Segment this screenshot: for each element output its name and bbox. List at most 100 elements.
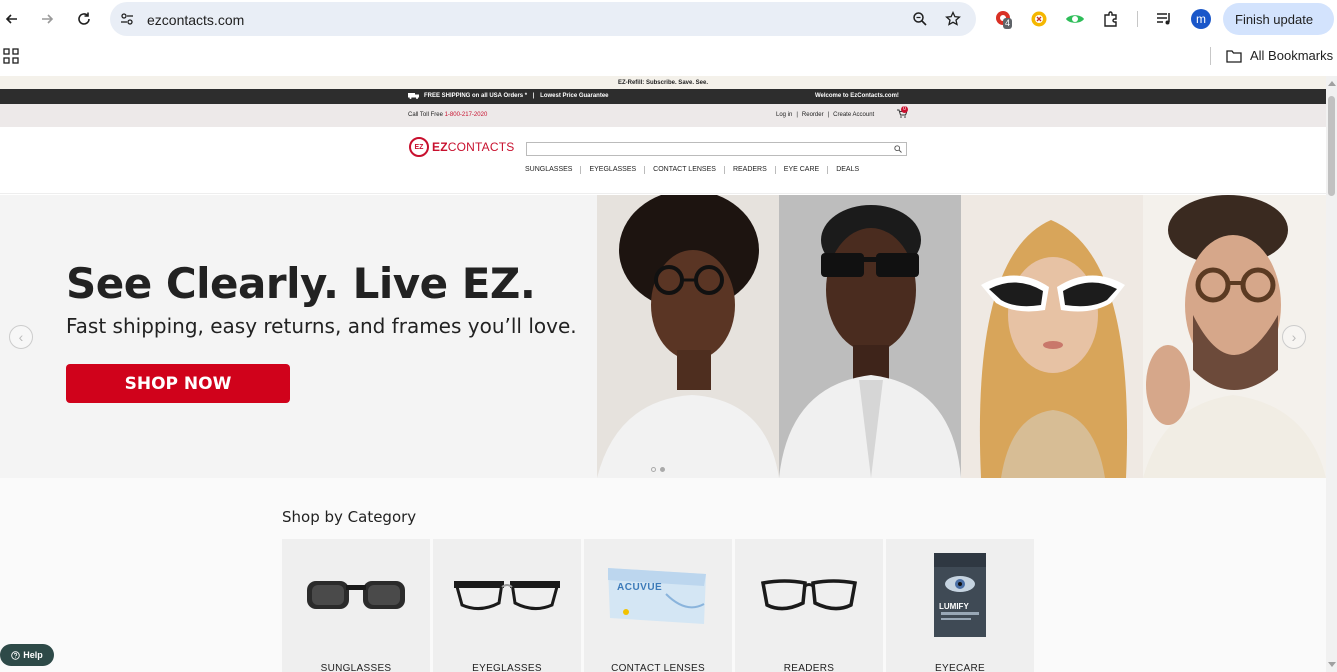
- account-links: Log in | Reorder | Create Account: [776, 112, 874, 118]
- call-toll-free: Call Toll Free 1-800-217-2020: [408, 112, 487, 118]
- readers-image: [735, 547, 883, 643]
- nav-contact-lenses[interactable]: CONTACT LENSES: [644, 166, 724, 174]
- carousel-dot-active[interactable]: [660, 467, 665, 472]
- category-eyeglasses[interactable]: EYEGLASSES: [433, 539, 581, 672]
- category-label[interactable]: CONTACT LENSES: [584, 663, 732, 672]
- back-arrow-icon: [5, 14, 17, 24]
- url-text[interactable]: ezcontacts.com: [147, 12, 244, 28]
- reorder-link[interactable]: Reorder: [802, 112, 824, 118]
- page-scrollbar[interactable]: [1326, 76, 1337, 672]
- truck-icon: [408, 93, 419, 99]
- media-control-icon[interactable]: [1153, 8, 1175, 30]
- eyeglasses-image: [433, 547, 581, 643]
- web-page: EZ-Refill: Subscribe. Save. See. FREE SH…: [0, 76, 1326, 672]
- nav-deals[interactable]: DEALS: [827, 166, 867, 174]
- extension-red-icon[interactable]: 4: [993, 8, 1015, 30]
- extension-green-eye-icon[interactable]: [1064, 8, 1086, 30]
- category-label[interactable]: EYECARE: [886, 663, 1034, 672]
- model-photo-3: [961, 195, 1143, 478]
- folder-icon: [1226, 49, 1242, 63]
- carousel-next-button[interactable]: ›: [1282, 325, 1306, 349]
- help-label: Help: [23, 650, 43, 660]
- login-link[interactable]: Log in: [776, 112, 792, 118]
- carousel-dots: [651, 467, 665, 472]
- scrollbar-thumb[interactable]: [1328, 96, 1335, 196]
- lumify-box-text: LUMIFY: [939, 602, 969, 611]
- bookmark-star-icon[interactable]: [944, 10, 962, 28]
- link-separator: |: [796, 112, 798, 118]
- logo-mark-icon: EZ: [409, 137, 429, 157]
- extension-yellow-icon[interactable]: [1028, 8, 1050, 30]
- logo-bold: EZ: [432, 140, 448, 154]
- site-info-icon[interactable]: [118, 10, 136, 28]
- finish-update-button[interactable]: Finish update: [1223, 3, 1334, 35]
- eye-drops-box-image: LUMIFY: [886, 547, 1034, 643]
- price-guarantee-text[interactable]: Lowest Price Guarantee: [540, 93, 608, 99]
- forward-button[interactable]: [35, 7, 59, 31]
- category-title: Shop by Category: [282, 508, 417, 526]
- category-label[interactable]: SUNGLASSES: [282, 663, 430, 672]
- ezcontacts-logo[interactable]: EZ EZCONTACTS: [409, 137, 514, 157]
- acuvue-box-text: ACUVUE: [617, 582, 663, 593]
- category-readers[interactable]: READERS: [735, 539, 883, 672]
- apps-grid-icon[interactable]: [3, 48, 19, 69]
- cart-count-badge: 0: [901, 106, 908, 113]
- nav-eyeglasses[interactable]: EYEGLASSES: [580, 166, 644, 174]
- bar-separator: |: [531, 93, 537, 99]
- nav-readers[interactable]: READERS: [723, 166, 775, 174]
- reload-icon: [78, 12, 90, 25]
- logo-text: EZCONTACTS: [432, 140, 514, 154]
- bookmarks-divider: [1210, 47, 1211, 65]
- reload-button[interactable]: [72, 7, 96, 31]
- site-search-input[interactable]: [526, 142, 907, 156]
- logo-rest: CONTACTS: [447, 140, 515, 154]
- sunglasses-image: [282, 547, 430, 643]
- hero-carousel: See Clearly. Live EZ. Fast shipping, eas…: [0, 195, 1326, 478]
- scroll-up-icon[interactable]: [1328, 81, 1336, 86]
- nav-sunglasses[interactable]: SUNGLASSES: [525, 166, 580, 174]
- link-separator: |: [827, 112, 830, 118]
- create-account-link[interactable]: Create Account: [833, 112, 874, 118]
- cart-button[interactable]: 0: [897, 106, 908, 120]
- all-bookmarks-label: All Bookmarks: [1250, 48, 1334, 63]
- category-eyecare[interactable]: LUMIFY EYECARE: [886, 539, 1034, 672]
- extension-badge: 4: [1003, 18, 1013, 29]
- hero-headline: See Clearly. Live EZ.: [66, 259, 536, 308]
- help-button[interactable]: Help: [0, 644, 54, 666]
- phone-number[interactable]: 1-800-217-2020: [445, 112, 488, 118]
- shop-by-category: Shop by Category SUNGLASSES EYEGLASSES A…: [0, 478, 1326, 672]
- contact-lens-box-image: ACUVUE: [584, 547, 732, 643]
- category-sunglasses[interactable]: SUNGLASSES: [282, 539, 430, 672]
- promo-bar[interactable]: EZ-Refill: Subscribe. Save. See.: [0, 76, 1326, 89]
- main-navigation: SUNGLASSES EYEGLASSES CONTACT LENSES REA…: [525, 166, 867, 174]
- chevron-right-icon: ›: [1291, 329, 1297, 345]
- free-shipping-text[interactable]: FREE SHIPPING on all USA Orders *: [424, 93, 527, 99]
- address-bar[interactable]: ezcontacts.com: [110, 2, 976, 36]
- toolbar-divider: [1137, 11, 1138, 27]
- utility-bar: Call Toll Free 1-800-217-2020 Log in | R…: [0, 104, 1326, 127]
- all-bookmarks-button[interactable]: All Bookmarks: [1226, 48, 1333, 63]
- welcome-text: Welcome to EzContacts.com!: [815, 93, 899, 99]
- chevron-left-icon: ‹: [18, 329, 24, 345]
- shipping-bar: FREE SHIPPING on all USA Orders * | Lowe…: [0, 89, 1326, 104]
- shop-now-button[interactable]: SHOP NOW: [66, 364, 290, 403]
- site-header: EZ EZCONTACTS SUNGLASSES EYEGLASSES CONT…: [0, 127, 1326, 194]
- carousel-prev-button[interactable]: ‹: [9, 325, 33, 349]
- category-label[interactable]: READERS: [735, 663, 883, 672]
- browser-toolbar: ezcontacts.com 4 m Finish update: [0, 0, 1337, 38]
- help-question-icon: [11, 650, 20, 660]
- category-contact-lenses[interactable]: ACUVUE CONTACT LENSES: [584, 539, 732, 672]
- zoom-icon[interactable]: [911, 10, 929, 28]
- profile-avatar[interactable]: m: [1191, 9, 1211, 29]
- model-photo-1: [597, 195, 779, 478]
- scroll-down-icon[interactable]: [1328, 662, 1336, 667]
- search-icon[interactable]: [894, 145, 902, 153]
- promo-text[interactable]: EZ-Refill: Subscribe. Save. See.: [618, 80, 708, 86]
- nav-eye-care[interactable]: EYE CARE: [774, 166, 827, 174]
- hero-subheadline: Fast shipping, easy returns, and frames …: [66, 314, 577, 338]
- carousel-dot[interactable]: [651, 467, 656, 472]
- category-label[interactable]: EYEGLASSES: [433, 663, 581, 672]
- forward-arrow-icon: [42, 14, 54, 24]
- back-button[interactable]: [0, 7, 24, 31]
- extensions-puzzle-icon[interactable]: [1100, 8, 1122, 30]
